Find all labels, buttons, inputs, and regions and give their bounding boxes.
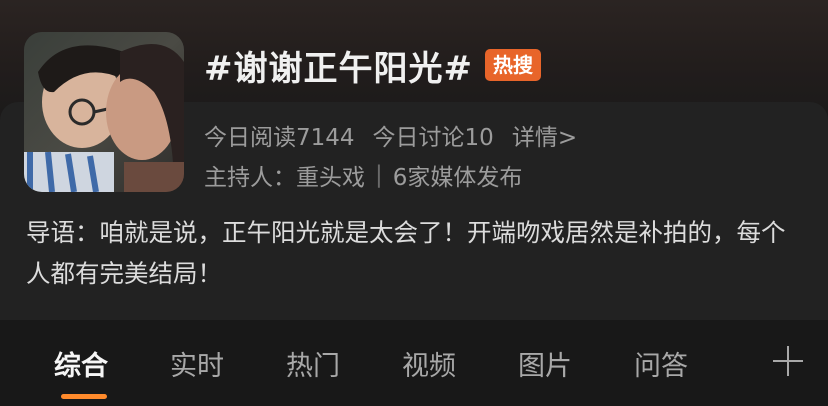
host-name[interactable]: 重头戏 <box>296 165 365 191</box>
publishers-link[interactable]: 6家媒体发布 <box>393 158 523 192</box>
topic-title: #谢谢正午阳光# <box>204 48 473 89</box>
active-tab-indicator <box>61 394 107 399</box>
tab-comprehensive[interactable]: 综合 <box>54 344 108 383</box>
tab-bar: 综合 实时 热门 视频 图片 问答 <box>0 320 828 406</box>
topic-cover-image[interactable] <box>24 32 184 192</box>
plus-icon[interactable] <box>771 344 805 378</box>
tab-qa[interactable]: 问答 <box>634 344 688 383</box>
host-label: 主持人： <box>204 165 296 191</box>
tab-images[interactable]: 图片 <box>518 344 572 383</box>
discussion-count: 今日讨论10 <box>372 125 494 151</box>
hot-search-badge: 热搜 <box>484 49 541 81</box>
tab-video[interactable]: 视频 <box>402 344 456 383</box>
topic-title-row: #谢谢正午阳光# 热搜 <box>204 40 541 90</box>
read-count: 今日阅读7144 <box>204 125 355 151</box>
tab-hot[interactable]: 热门 <box>286 344 340 383</box>
host-info: 主持人：重头戏 | 6家媒体发布 <box>204 158 522 192</box>
cover-photo <box>24 32 184 192</box>
details-link[interactable]: 详情> <box>512 118 577 152</box>
topic-intro: 导语：咱就是说，正午阳光就是太会了！开端吻戏居然是补拍的，每个人都有完美结局！ <box>26 218 786 288</box>
tab-realtime[interactable]: 实时 <box>170 344 224 383</box>
host-separator: | <box>375 162 383 188</box>
topic-stats: 今日阅读7144 今日讨论10 详情> <box>204 118 577 152</box>
